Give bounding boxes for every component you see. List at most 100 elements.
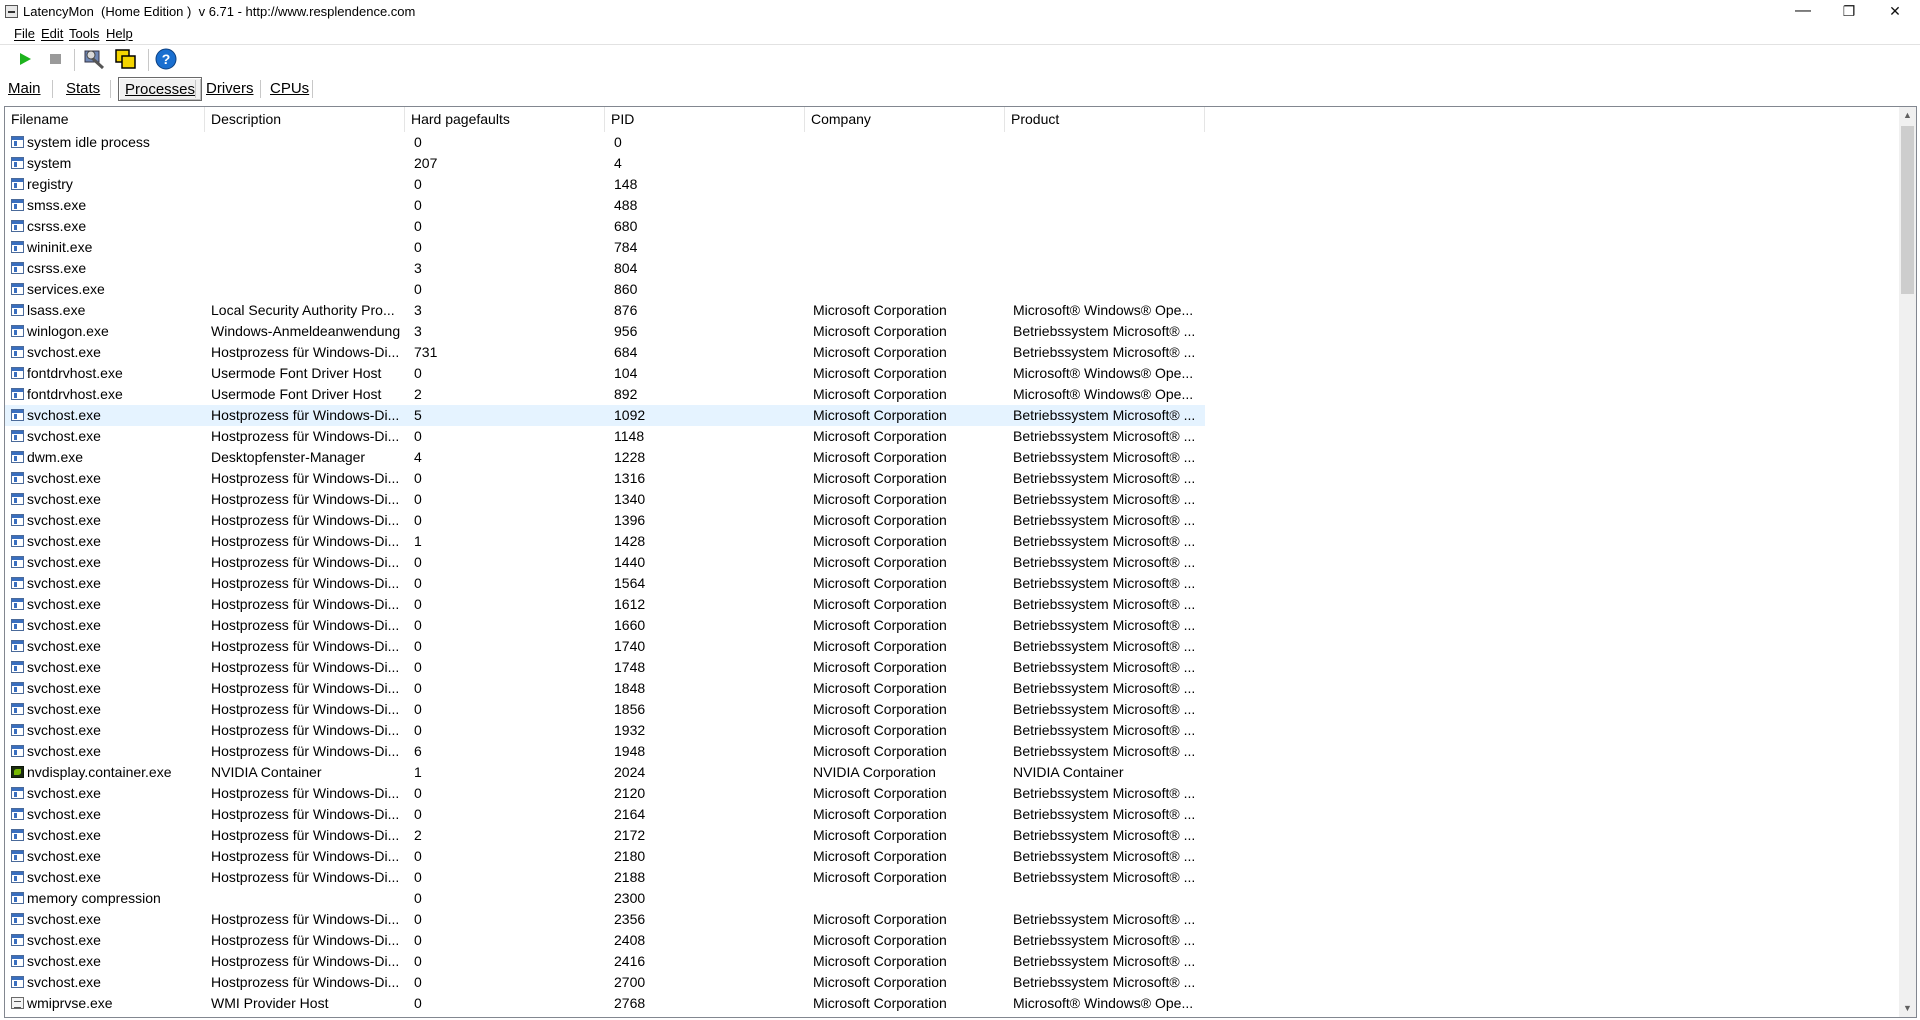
table-row[interactable]: lsass.exe Local Security Authority Pro...… xyxy=(5,300,1205,321)
menu-tools[interactable]: Tools xyxy=(69,26,99,41)
table-row[interactable]: svchost.exe Hostprozess für Windows-Di...… xyxy=(5,405,1205,426)
table-row[interactable]: system idle process 0 0 xyxy=(5,132,1205,153)
cell-pid: 1856 xyxy=(614,701,646,717)
table-row[interactable]: svchost.exe Hostprozess für Windows-Di...… xyxy=(5,972,1205,993)
cell-company: Microsoft Corporation xyxy=(813,953,947,969)
tab-processes[interactable]: Processes xyxy=(118,77,203,101)
column-header-company[interactable]: Company xyxy=(805,107,1005,132)
table-row[interactable]: fontdrvhost.exe Usermode Font Driver Host… xyxy=(5,363,1205,384)
cell-product: Betriebssystem Microsoft® ... xyxy=(1013,743,1196,759)
cell-company: Microsoft Corporation xyxy=(813,302,947,318)
cell-description: Hostprozess für Windows-Di... xyxy=(211,491,400,507)
cell-hard-pagefaults: 2 xyxy=(414,386,422,402)
window-process-icon xyxy=(11,199,24,211)
table-row[interactable]: svchost.exe Hostprozess für Windows-Di...… xyxy=(5,468,1205,489)
scroll-up-icon[interactable]: ▲ xyxy=(1899,107,1916,124)
table-row[interactable]: winlogon.exe Windows-Anmeldeanwendung 3 956… xyxy=(5,321,1205,342)
cell-company: Microsoft Corporation xyxy=(813,512,947,528)
table-row[interactable]: svchost.exe Hostprozess für Windows-Di...… xyxy=(5,426,1205,447)
menu-help[interactable]: Help xyxy=(106,26,133,41)
menu-edit[interactable]: Edit xyxy=(41,26,63,41)
table-row[interactable]: svchost.exe Hostprozess für Windows-Di...… xyxy=(5,531,1205,552)
maximize-button[interactable]: ❐ xyxy=(1826,0,1872,24)
table-row[interactable]: svchost.exe Hostprozess für Windows-Di...… xyxy=(5,720,1205,741)
table-row[interactable]: svchost.exe Hostprozess für Windows-Di...… xyxy=(5,552,1205,573)
table-row[interactable]: svchost.exe Hostprozess für Windows-Di...… xyxy=(5,657,1205,678)
tab-cpus[interactable]: CPUs xyxy=(264,77,315,101)
windows-button[interactable] xyxy=(114,47,138,71)
table-row[interactable]: svchost.exe Hostprozess für Windows-Di...… xyxy=(5,615,1205,636)
table-row[interactable]: registry 0 148 xyxy=(5,174,1205,195)
table-row[interactable]: svchost.exe Hostprozess für Windows-Di...… xyxy=(5,930,1205,951)
cell-description: Hostprozess für Windows-Di... xyxy=(211,806,400,822)
help-button[interactable]: ? xyxy=(154,47,178,71)
cell-company: Microsoft Corporation xyxy=(813,554,947,570)
table-row[interactable]: svchost.exe Hostprozess für Windows-Di...… xyxy=(5,678,1205,699)
stop-icon xyxy=(50,54,61,64)
table-row[interactable]: svchost.exe Hostprozess für Windows-Di...… xyxy=(5,783,1205,804)
cell-hard-pagefaults: 6 xyxy=(414,743,422,759)
table-row[interactable]: svchost.exe Hostprozess für Windows-Di...… xyxy=(5,573,1205,594)
column-header-description[interactable]: Description xyxy=(205,107,405,132)
table-row[interactable]: svchost.exe Hostprozess für Windows-Di...… xyxy=(5,825,1205,846)
cell-filename: registry xyxy=(27,176,73,192)
process-list[interactable]: Filename Description Hard pagefaults PID… xyxy=(4,106,1917,1018)
table-row[interactable]: svchost.exe Hostprozess für Windows-Di...… xyxy=(5,489,1205,510)
table-row[interactable]: svchost.exe Hostprozess für Windows-Di...… xyxy=(5,342,1205,363)
column-header-hard-pagefaults[interactable]: Hard pagefaults xyxy=(405,107,605,132)
cell-description: Hostprozess für Windows-Di... xyxy=(211,785,400,801)
table-row[interactable]: smss.exe 0 488 xyxy=(5,195,1205,216)
svg-text:?: ? xyxy=(162,51,171,67)
close-button[interactable]: ✕ xyxy=(1872,0,1918,24)
table-row[interactable]: svchost.exe Hostprozess für Windows-Di...… xyxy=(5,594,1205,615)
table-row[interactable]: dwm.exe Desktopfenster-Manager 4 1228 Micros… xyxy=(5,447,1205,468)
cell-pid: 1316 xyxy=(614,470,646,486)
cell-hard-pagefaults: 0 xyxy=(414,239,422,255)
window-title: LatencyMon (Home Edition ) v 6.71 - http… xyxy=(23,4,416,19)
table-row[interactable]: svchost.exe Hostprozess für Windows-Di...… xyxy=(5,699,1205,720)
tab-drivers[interactable]: Drivers xyxy=(200,77,260,101)
cell-hard-pagefaults: 0 xyxy=(414,722,422,738)
tools-icon xyxy=(84,50,105,70)
table-row[interactable]: fontdrvhost.exe Usermode Font Driver Host… xyxy=(5,384,1205,405)
table-row[interactable]: svchost.exe Hostprozess für Windows-Di...… xyxy=(5,636,1205,657)
table-row[interactable]: services.exe 0 860 xyxy=(5,279,1205,300)
app-icon xyxy=(5,5,18,18)
cell-pid: 956 xyxy=(614,323,638,339)
cell-pid: 1748 xyxy=(614,659,646,675)
table-row[interactable]: svchost.exe Hostprozess für Windows-Di...… xyxy=(5,846,1205,867)
cell-filename: dwm.exe xyxy=(27,449,84,465)
table-row[interactable]: wmiprvse.exe WMI Provider Host 0 2768 Micros… xyxy=(5,993,1205,1014)
tab-stats[interactable]: Stats xyxy=(60,77,106,101)
table-row[interactable]: wininit.exe 0 784 xyxy=(5,237,1205,258)
column-header-pid[interactable]: PID xyxy=(605,107,805,132)
table-row[interactable]: system 207 4 xyxy=(5,153,1205,174)
nvidia-icon xyxy=(11,766,24,778)
tab-main[interactable]: Main xyxy=(2,77,47,101)
scroll-down-icon[interactable]: ▼ xyxy=(1899,1000,1916,1017)
table-row[interactable]: svchost.exe Hostprozess für Windows-Di...… xyxy=(5,741,1205,762)
cell-description: Hostprozess für Windows-Di... xyxy=(211,911,400,927)
table-row[interactable]: csrss.exe 3 804 xyxy=(5,258,1205,279)
cell-pid: 4 xyxy=(614,155,622,171)
table-row[interactable]: svchost.exe Hostprozess für Windows-Di...… xyxy=(5,951,1205,972)
table-row[interactable]: svchost.exe Hostprozess für Windows-Di...… xyxy=(5,804,1205,825)
table-row[interactable]: svchost.exe Hostprozess für Windows-Di...… xyxy=(5,909,1205,930)
column-header-product[interactable]: Product xyxy=(1005,107,1205,132)
table-row[interactable]: nvdisplay.container.exe NVIDIA Container 1… xyxy=(5,762,1205,783)
vertical-scrollbar[interactable]: ▲ ▼ xyxy=(1899,107,1916,1017)
window-process-icon xyxy=(11,220,24,232)
column-header-filename[interactable]: Filename xyxy=(5,107,205,132)
table-row[interactable]: svchost.exe Hostprozess für Windows-Di...… xyxy=(5,510,1205,531)
menu-file[interactable]: File xyxy=(14,26,35,41)
tools-button[interactable] xyxy=(82,47,106,71)
scroll-thumb[interactable] xyxy=(1901,126,1914,294)
cell-hard-pagefaults: 0 xyxy=(414,596,422,612)
table-row[interactable]: svchost.exe Hostprozess für Windows-Di...… xyxy=(5,867,1205,888)
table-row[interactable]: memory compression 0 2300 xyxy=(5,888,1205,909)
stop-button[interactable] xyxy=(44,47,68,71)
start-button[interactable] xyxy=(13,47,37,71)
cell-description: Hostprozess für Windows-Di... xyxy=(211,470,400,486)
table-row[interactable]: csrss.exe 0 680 xyxy=(5,216,1205,237)
minimize-button[interactable]: — xyxy=(1780,0,1826,24)
